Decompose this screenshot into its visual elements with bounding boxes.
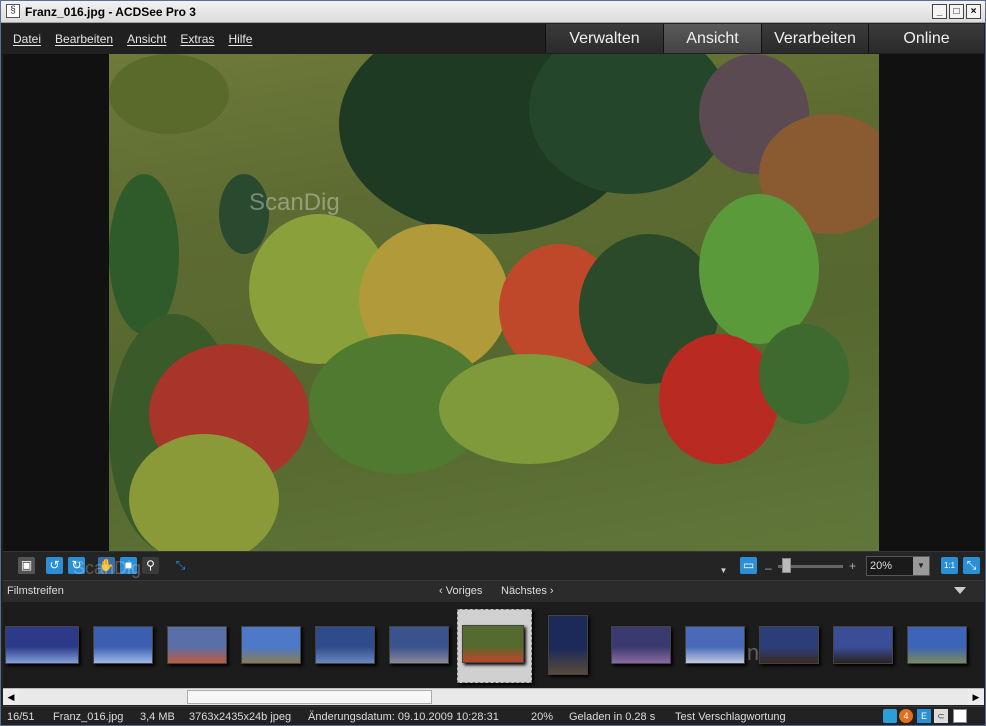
- filmstrip-thumbnail[interactable]: [167, 626, 227, 664]
- next-button[interactable]: Nächstes ›: [501, 585, 554, 597]
- status-filesize: 3,4 MB: [140, 711, 175, 723]
- status-bar: 16/51 Franz_016.jpg 3,4 MB 3763x2435x24b…: [3, 706, 984, 725]
- battery-icon[interactable]: [883, 709, 897, 723]
- tab-ansicht[interactable]: Ansicht: [663, 24, 761, 53]
- window-title: Franz_016.jpg - ACDSee Pro 3: [25, 5, 196, 19]
- filmstrip-thumbnail[interactable]: [548, 615, 588, 675]
- filmstrip-thumbnail[interactable]: [315, 626, 375, 664]
- zoom-value: 20%: [870, 560, 893, 572]
- filmstrip-thumbnail[interactable]: [611, 626, 671, 664]
- menu-extras[interactable]: Extras: [180, 32, 214, 46]
- dropdown-arrow-icon[interactable]: ▼: [715, 562, 732, 579]
- filmstrip[interactable]: ScanDig: [3, 602, 984, 688]
- scroll-right-icon[interactable]: ▶: [968, 689, 984, 705]
- zoom-slider-thumb[interactable]: [782, 558, 791, 573]
- menu-bar: Datei Bearbeiten Ansicht Extras Hilfe Ve…: [3, 24, 984, 54]
- zoom-out-icon[interactable]: –: [765, 561, 772, 575]
- close-button[interactable]: ×: [966, 4, 981, 19]
- status-modified: Änderungsdatum: 09.10.2009 10:28:31: [308, 711, 499, 723]
- title-bar: § Franz_016.jpg - ACDSee Pro 3 _ □ ×: [1, 1, 985, 23]
- zoom-select[interactable]: 20% ▼: [866, 556, 930, 576]
- zoom-in-icon[interactable]: +: [849, 559, 856, 573]
- filmstrip-thumbnail[interactable]: [833, 626, 893, 664]
- rating-badge[interactable]: 4: [899, 709, 913, 723]
- filmstrip-thumbnail[interactable]: [241, 626, 301, 664]
- filmstrip-thumbnail[interactable]: [5, 626, 79, 664]
- app-icon[interactable]: §: [6, 4, 20, 18]
- status-position: 16/51: [7, 711, 35, 723]
- filmstrip-header: Filmstreifen ‹ Voriges Nächstes ›: [3, 580, 984, 602]
- tag-icon[interactable]: ⊂: [934, 709, 948, 723]
- status-dimensions: 3763x2435x24b jpeg: [189, 711, 292, 723]
- status-tagline: Test Verschlagwortung: [675, 711, 786, 723]
- menu-bearbeiten[interactable]: Bearbeiten: [55, 32, 113, 46]
- filmstrip-thumbnail[interactable]: [93, 626, 153, 664]
- status-load-time: Geladen in 0.28 s: [569, 711, 656, 723]
- menu-ansicht[interactable]: Ansicht: [127, 32, 166, 46]
- filmstrip-thumbnail[interactable]: [685, 626, 745, 664]
- filmstrip-thumbnail[interactable]: [389, 626, 449, 664]
- photo-icon[interactable]: ▣: [18, 557, 35, 574]
- autumn-forest-photo: ScanDig: [109, 54, 879, 551]
- actual-size-button[interactable]: 1:1: [941, 557, 958, 574]
- edit-badge[interactable]: E: [917, 709, 931, 723]
- scrollbar-thumb[interactable]: [187, 690, 432, 704]
- viewer-toolbar: ▣ ↺ ↻ ✋ ■ ⚲ ⤡ ScanDig ▼ ▭ – + 20% ▼ 1:1 …: [3, 551, 984, 579]
- tab-verwalten[interactable]: Verwalten: [545, 24, 663, 53]
- scroll-left-icon[interactable]: ◀: [3, 689, 19, 705]
- menu-hilfe[interactable]: Hilfe: [228, 32, 252, 46]
- filmstrip-menu-icon[interactable]: [954, 587, 966, 594]
- filmstrip-scrollbar[interactable]: ◀ ▶: [3, 688, 984, 705]
- maximize-button[interactable]: □: [949, 4, 964, 19]
- fit-image-icon[interactable]: ▭: [740, 557, 757, 574]
- checkbox-icon[interactable]: [953, 709, 967, 723]
- chevron-down-icon[interactable]: ▼: [913, 557, 929, 575]
- status-filename: Franz_016.jpg: [53, 711, 124, 723]
- previous-button[interactable]: ‹ Voriges: [439, 585, 482, 597]
- tab-verarbeiten[interactable]: Verarbeiten: [761, 24, 868, 53]
- filmstrip-thumbnail[interactable]: [907, 626, 967, 664]
- zoom-tool-icon[interactable]: ⚲: [142, 557, 159, 574]
- watermark-text: ScanDig: [249, 189, 340, 216]
- minimize-button[interactable]: _: [932, 4, 947, 19]
- filmstrip-thumbnail[interactable]: [759, 626, 819, 664]
- watermark-text: ScanDig: [73, 558, 142, 578]
- image-viewer[interactable]: ScanDig: [3, 54, 984, 551]
- fullscreen-icon[interactable]: ⤡: [963, 557, 980, 574]
- status-zoom: 20%: [531, 711, 554, 723]
- rotate-left-icon[interactable]: ↺: [46, 557, 63, 574]
- fit-screen-icon[interactable]: ⤡: [172, 557, 189, 574]
- tab-online[interactable]: Online: [868, 24, 984, 53]
- app-window: § Franz_016.jpg - ACDSee Pro 3 _ □ × Dat…: [0, 0, 986, 726]
- menu-datei[interactable]: Datei: [13, 32, 41, 46]
- filmstrip-thumbnail[interactable]: [462, 625, 524, 663]
- filmstrip-label: Filmstreifen: [7, 585, 64, 597]
